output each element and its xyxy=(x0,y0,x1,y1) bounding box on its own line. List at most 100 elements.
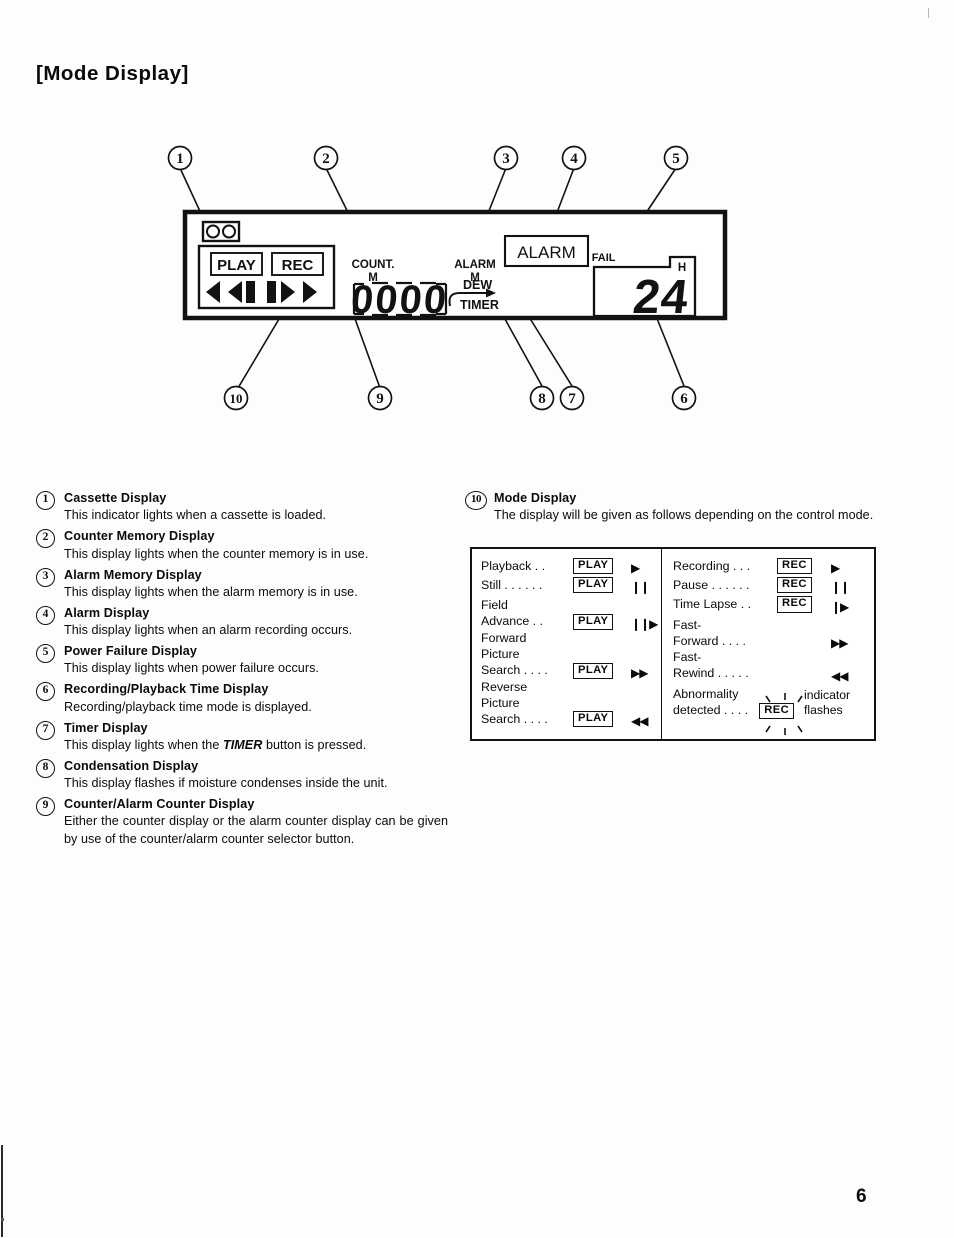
descriptions-left-column: 1 Cassette Display This indicator lights… xyxy=(36,490,448,852)
mode-label-fast-forward: Fast- Forward . . . . xyxy=(673,617,746,648)
panel-alarm-label: ALARM xyxy=(517,243,576,262)
item-body-2: This display lights when the counter mem… xyxy=(64,546,369,561)
mode-row-still: Still . . . . . . PLAY ❙❙ xyxy=(481,575,661,595)
item-body-6: Recording/playback time mode is displaye… xyxy=(64,699,312,714)
mode-tag-cell-playback: PLAY xyxy=(573,556,631,575)
mode-table-recording-column: Recording . . . REC ▶ Pause . . . . . . … xyxy=(662,549,877,739)
mode-row-pause: Pause . . . . . . REC ❙❙ xyxy=(673,575,877,595)
panel-timer-label: TIMER xyxy=(460,298,499,312)
item-number-2: 2 xyxy=(36,529,55,549)
callout-8: 8 xyxy=(538,391,546,407)
tag-play-still: PLAY xyxy=(573,577,614,594)
callout-1: 1 xyxy=(176,151,184,167)
mode-label-field-advance: Field Advance . . xyxy=(481,598,543,629)
mode-row-time-lapse: Time Lapse . . REC ❙▶ xyxy=(673,594,877,614)
mode-symbol-still: ❙❙ xyxy=(631,580,650,595)
page-title: [Mode Display] xyxy=(36,62,189,85)
item-title-2: Counter Memory Display xyxy=(64,529,215,544)
time-display: 24 H xyxy=(592,255,697,324)
panel-alarm-m-label-1: ALARM xyxy=(454,259,496,271)
leader-line-9 xyxy=(353,315,381,389)
item-number-6: 6 xyxy=(36,682,55,702)
tag-rec-abnormality: REC xyxy=(759,702,795,719)
mode-label-pause: Pause . . . . . . xyxy=(673,578,750,593)
mode-row-fast-forward: Fast- Forward . . . . ▶▶ xyxy=(673,618,877,650)
item-title-9: Counter/Alarm Counter Display xyxy=(64,797,255,811)
mode-symbol-pause: ❙❙ xyxy=(831,580,850,595)
mode-tag-cell-pause: REC xyxy=(777,575,831,594)
mode-row-recording: Recording . . . REC ▶ xyxy=(673,556,877,575)
item-body-9: Either the counter display or the alarm … xyxy=(64,814,448,847)
description-item-5: 5 Power Failure Display This display lig… xyxy=(36,643,448,678)
mode-row-field-advance: Field Advance . . PLAY ❙❙▶ xyxy=(481,598,661,631)
mode-symbol-reverse-picture-search: ◀◀ xyxy=(631,714,648,729)
mode-label-recording: Recording . . . xyxy=(673,558,751,573)
item-title-1: Cassette Display xyxy=(64,491,167,505)
mode-display-diagram: 1 2 3 4 5 10 9 8 7 6 PLAY REC COUNT. M A… xyxy=(150,136,750,411)
item-body-5: This display lights when power failure o… xyxy=(64,661,319,676)
pause-bar-left xyxy=(246,281,255,303)
mode-label-still: Still . . . . . . xyxy=(481,578,543,593)
mode-tag-cell-time-lapse: REC xyxy=(777,594,831,613)
panel-alarm-indicator: ALARM xyxy=(503,234,590,268)
mode-label-abnormality: Abnormality detected . . . . xyxy=(673,687,749,718)
callout-5: 5 xyxy=(672,151,680,167)
item-number-5: 5 xyxy=(36,644,55,663)
leader-line-6 xyxy=(655,315,685,387)
mode-label-time-lapse: Time Lapse . . xyxy=(673,597,752,612)
callout-9: 9 xyxy=(376,391,384,407)
item-body-7-emphasis: TIMER xyxy=(222,737,263,752)
item-number-3: 3 xyxy=(36,567,55,587)
description-item-7: 7 Timer Display This display lights when… xyxy=(36,720,448,755)
counter-display: 0000 xyxy=(349,278,450,322)
mode-symbol-fast-rewind: ◀◀ xyxy=(831,669,848,684)
tag-rec-time-lapse: REC xyxy=(777,596,812,613)
item-title-7: Timer Display xyxy=(64,720,148,735)
mode-tag-cell-abnormality: REC xyxy=(759,692,804,735)
item-number-8: 8 xyxy=(36,758,55,778)
descriptions-right-column: 10 Mode Display The display will be give… xyxy=(465,490,886,528)
mode-row-abnormality: Abnormality detected . . . . REC indicat… xyxy=(673,687,877,735)
description-item-8: 8 Condensation Display This display flas… xyxy=(36,758,448,793)
item-body-7-after: button is pressed. xyxy=(262,737,367,752)
page-number: 6 xyxy=(856,1186,867,1207)
mode-tag-cell-forward-picture-search: PLAY xyxy=(573,661,631,679)
item-body-7: This display lights when the TIMER butto… xyxy=(64,737,448,755)
mode-symbol-fast-forward: ▶▶ xyxy=(831,636,848,651)
panel-count-m-label-1: COUNT. xyxy=(352,259,395,271)
counter-decimal-dot xyxy=(398,314,402,318)
mode-symbol-playback: ▶ xyxy=(631,561,640,576)
scan-artifact-left-edge xyxy=(1,1145,3,1237)
scan-artifact-dot xyxy=(1,1218,4,1221)
mode-table-playback-column: Playback . . PLAY ▶ Still . . . . . . PL… xyxy=(472,549,662,739)
item-title-8: Condensation Display xyxy=(64,758,199,773)
mode-label-reverse-picture-search: Reverse Picture Search . . . . xyxy=(481,679,548,726)
cassette-icon xyxy=(201,220,241,243)
item-title-10: Mode Display xyxy=(494,491,577,505)
description-item-10: 10 Mode Display The display will be give… xyxy=(465,490,886,525)
item-body-4: This display lights when an alarm record… xyxy=(64,623,353,638)
panel-rec-label: REC xyxy=(282,257,314,274)
time-unit-label: H xyxy=(678,262,686,274)
panel-play-label: PLAY xyxy=(217,257,256,274)
mode-label-forward-picture-search: Forward Picture Search . . . . xyxy=(481,631,548,677)
tag-play-field-advance: PLAY xyxy=(573,613,614,631)
mode-symbol-time-lapse: ❙▶ xyxy=(831,599,849,614)
item-title-6: Recording/Playback Time Display xyxy=(64,682,269,697)
mode-tag-cell-field-advance: PLAY xyxy=(573,612,631,631)
item-body-3: This display lights when the alarm memor… xyxy=(64,584,358,599)
item-number-10: 10 xyxy=(465,491,487,510)
tag-play-forward-picture-search: PLAY xyxy=(573,662,614,679)
mode-tag-cell-still: PLAY xyxy=(573,575,631,594)
mode-tag-cell-recording: REC xyxy=(777,556,831,575)
description-item-1: 1 Cassette Display This indicator lights… xyxy=(36,490,448,525)
description-item-9: 9 Counter/Alarm Counter Display Either t… xyxy=(36,796,448,849)
leader-line-10 xyxy=(237,313,283,389)
item-number-1: 1 xyxy=(36,491,55,510)
mode-label-fast-rewind: Fast- Rewind . . . . . xyxy=(673,650,749,681)
item-title-5: Power Failure Display xyxy=(64,644,197,658)
mode-symbol-forward-picture-search: ▶▶ xyxy=(631,665,648,680)
description-item-6: 6 Recording/Playback Time Display Record… xyxy=(36,681,448,716)
item-number-9: 9 xyxy=(36,797,55,816)
callout-7: 7 xyxy=(568,391,576,407)
